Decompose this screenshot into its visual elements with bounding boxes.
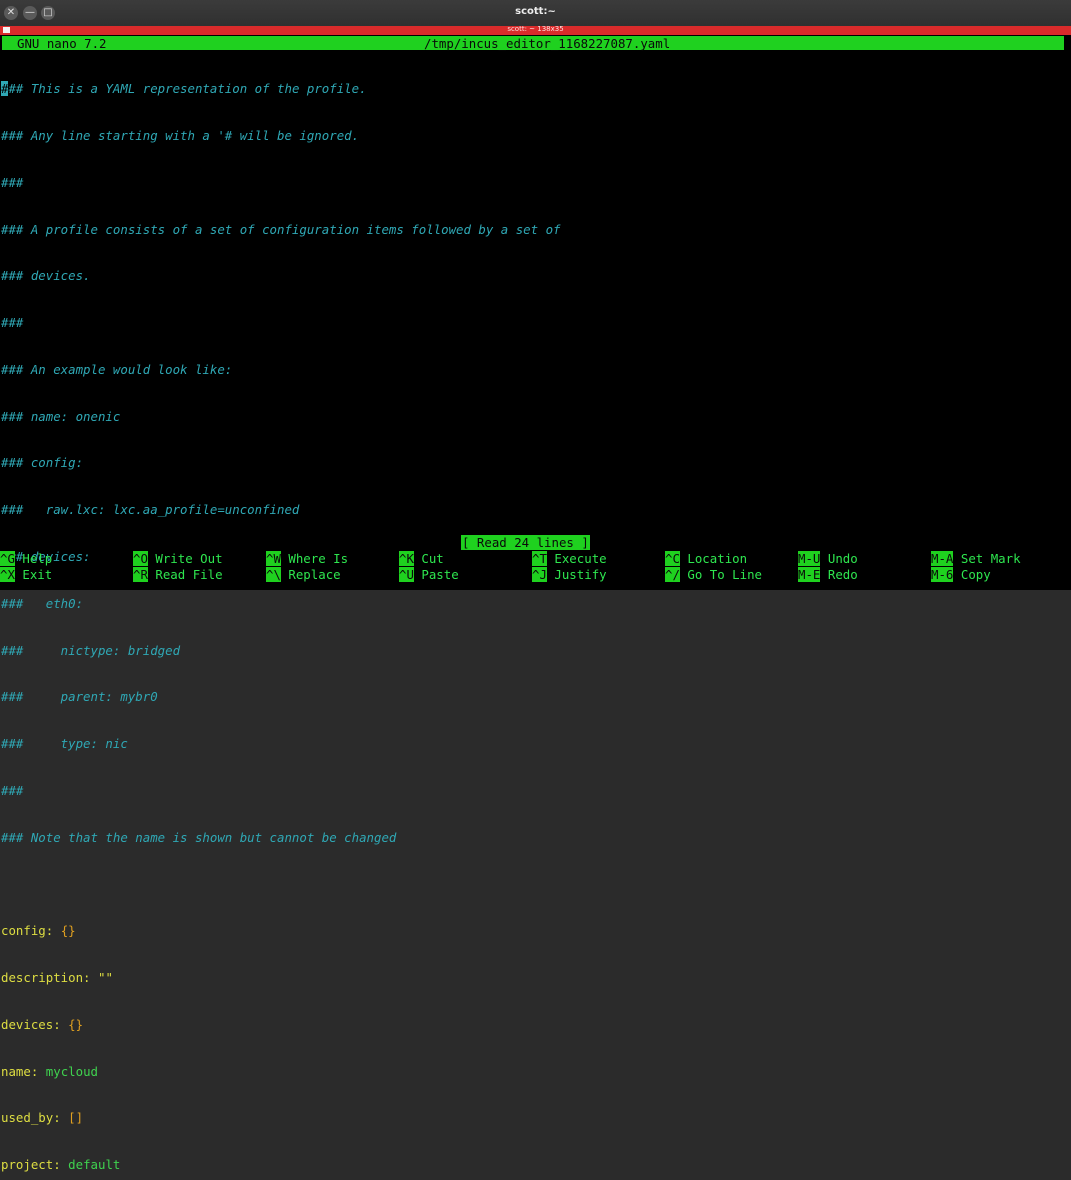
shortcut-key: ^J [532, 567, 547, 582]
yaml-line-name: name: mycloud [1, 1064, 1069, 1080]
shortcut-key: ^W [266, 551, 281, 566]
comment-line: ### [1, 315, 24, 331]
shortcut-label: Redo [827, 567, 858, 582]
comment-line: ### Note that the name is shown but cann… [1, 829, 397, 845]
shortcut-justify[interactable]: ^J Justify [532, 567, 607, 583]
shortcut-label: Write Out [155, 551, 223, 566]
shortcut-label: Cut [421, 551, 444, 566]
shortcut-set-mark[interactable]: M-A Set Mark [931, 551, 1021, 567]
comment-line: ### type: nic [1, 736, 128, 752]
yaml-value: {} [60, 923, 76, 939]
comment-line: ### raw.lxc: lxc.aa_profile=unconfined [1, 502, 300, 518]
shortcut-key: ^X [0, 567, 15, 582]
terminal-area[interactable]: GNU nano 7.2 /tmp/incus_editor_116822708… [0, 35, 1071, 1172]
terminal-tab-bar: scott: ~ 138x35 [0, 25, 1071, 35]
yaml-value: default [68, 1157, 121, 1173]
shortcut-help[interactable]: ^G Help [0, 551, 52, 567]
shortcut-cut[interactable]: ^K Cut [399, 551, 444, 567]
shortcut-redo[interactable]: M-E Redo [798, 567, 858, 583]
yaml-key: used_by: [1, 1110, 61, 1126]
yaml-line-devices: devices: {} [1, 1017, 1069, 1033]
comment-line: ### nictype: bridged [1, 642, 181, 658]
shortcut-label: Where Is [288, 551, 349, 566]
yaml-line-config: config: {} [1, 923, 1069, 939]
shortcut-where-is[interactable]: ^W Where Is [266, 551, 348, 567]
yaml-key: name: [1, 1063, 39, 1079]
shortcut-key: ^C [665, 551, 680, 566]
editor-buffer[interactable]: ### This is a YAML representation of the… [1, 50, 1069, 1180]
comment-line: ### A profile consists of a set of confi… [1, 221, 561, 237]
shortcut-label: Help [22, 551, 53, 566]
status-message: [ Read 24 lines ] [461, 535, 590, 550]
comment-line: ### An example would look like: [1, 361, 233, 377]
comment-line: ### parent: mybr0 [1, 689, 158, 705]
comment-line: ### Any line starting with a '# will be … [1, 127, 360, 143]
shortcut-key: ^\ [266, 567, 281, 582]
shortcut-label: Set Mark [960, 551, 1021, 566]
shortcut-label: Replace [288, 567, 341, 582]
yaml-line-used-by: used_by: [] [1, 1110, 1069, 1126]
comment-line: ### [1, 782, 24, 798]
shortcut-key: ^/ [665, 567, 680, 582]
shortcut-label: Justify [554, 567, 607, 582]
nano-version: GNU nano 7.2 [17, 36, 107, 51]
shortcut-write-out[interactable]: ^O Write Out [133, 551, 223, 567]
yaml-value: {} [68, 1016, 84, 1032]
shortcut-key: ^O [133, 551, 148, 566]
shortcut-key: ^T [532, 551, 547, 566]
shortcut-replace[interactable]: ^\ Replace [266, 567, 341, 583]
shortcut-label: Copy [960, 567, 991, 582]
comment-line: ### [1, 174, 24, 190]
shortcut-label: Read File [155, 567, 223, 582]
yaml-key: devices: [1, 1016, 61, 1032]
nano-title-bar: GNU nano 7.2 /tmp/incus_editor_116822708… [2, 36, 1064, 51]
shortcut-key: ^R [133, 567, 148, 582]
shortcut-key: M-E [798, 567, 821, 582]
yaml-key: description: [1, 970, 91, 986]
yaml-line-description: description: "" [1, 970, 1069, 986]
shortcut-exit[interactable]: ^X Exit [0, 567, 52, 583]
shortcut-bar: ^G Help ^X Exit ^O Write Out ^R Read Fil… [0, 551, 1071, 583]
shortcut-key: M-6 [931, 567, 954, 582]
terminal-tab-label[interactable]: scott: ~ 138x35 [0, 25, 1071, 33]
comment-line: ### devices. [1, 268, 91, 284]
shortcut-execute[interactable]: ^T Execute [532, 551, 607, 567]
shortcut-label: Location [687, 551, 748, 566]
shortcut-go-to-line[interactable]: ^/ Go To Line [665, 567, 762, 583]
window-title: scott:~ [515, 6, 556, 17]
shortcut-label: Undo [827, 551, 858, 566]
shortcut-key: M-A [931, 551, 954, 566]
window-titlebar: ✕ — □ scott:~ [0, 0, 1071, 27]
yaml-key: config: [1, 923, 54, 939]
yaml-value: "" [98, 970, 113, 986]
yaml-key: project: [1, 1157, 61, 1173]
shortcut-label: Execute [554, 551, 607, 566]
shortcut-label: Paste [421, 567, 459, 582]
shortcut-key: ^U [399, 567, 414, 582]
comment-line: ### name: onenic [1, 408, 121, 424]
yaml-value: mycloud [45, 1063, 98, 1079]
yaml-line-project: project: default [1, 1157, 1069, 1173]
comment-line: ### config: [1, 455, 84, 471]
shortcut-copy[interactable]: M-6 Copy [931, 567, 991, 583]
yaml-value: [] [68, 1110, 84, 1126]
shortcut-label: Go To Line [687, 567, 762, 582]
shortcut-read-file[interactable]: ^R Read File [133, 567, 223, 583]
comment-line: ### This is a YAML representation of the… [1, 81, 367, 97]
shortcut-key: ^G [0, 551, 15, 566]
shortcut-label: Exit [22, 567, 53, 582]
shortcut-key: ^K [399, 551, 414, 566]
shortcut-paste[interactable]: ^U Paste [399, 567, 459, 583]
file-name: /tmp/incus_editor_1168227087.yaml [424, 36, 671, 51]
shortcut-location[interactable]: ^C Location [665, 551, 747, 567]
shortcut-undo[interactable]: M-U Undo [798, 551, 858, 567]
shortcut-key: M-U [798, 551, 821, 566]
comment-line: ### eth0: [1, 595, 84, 611]
